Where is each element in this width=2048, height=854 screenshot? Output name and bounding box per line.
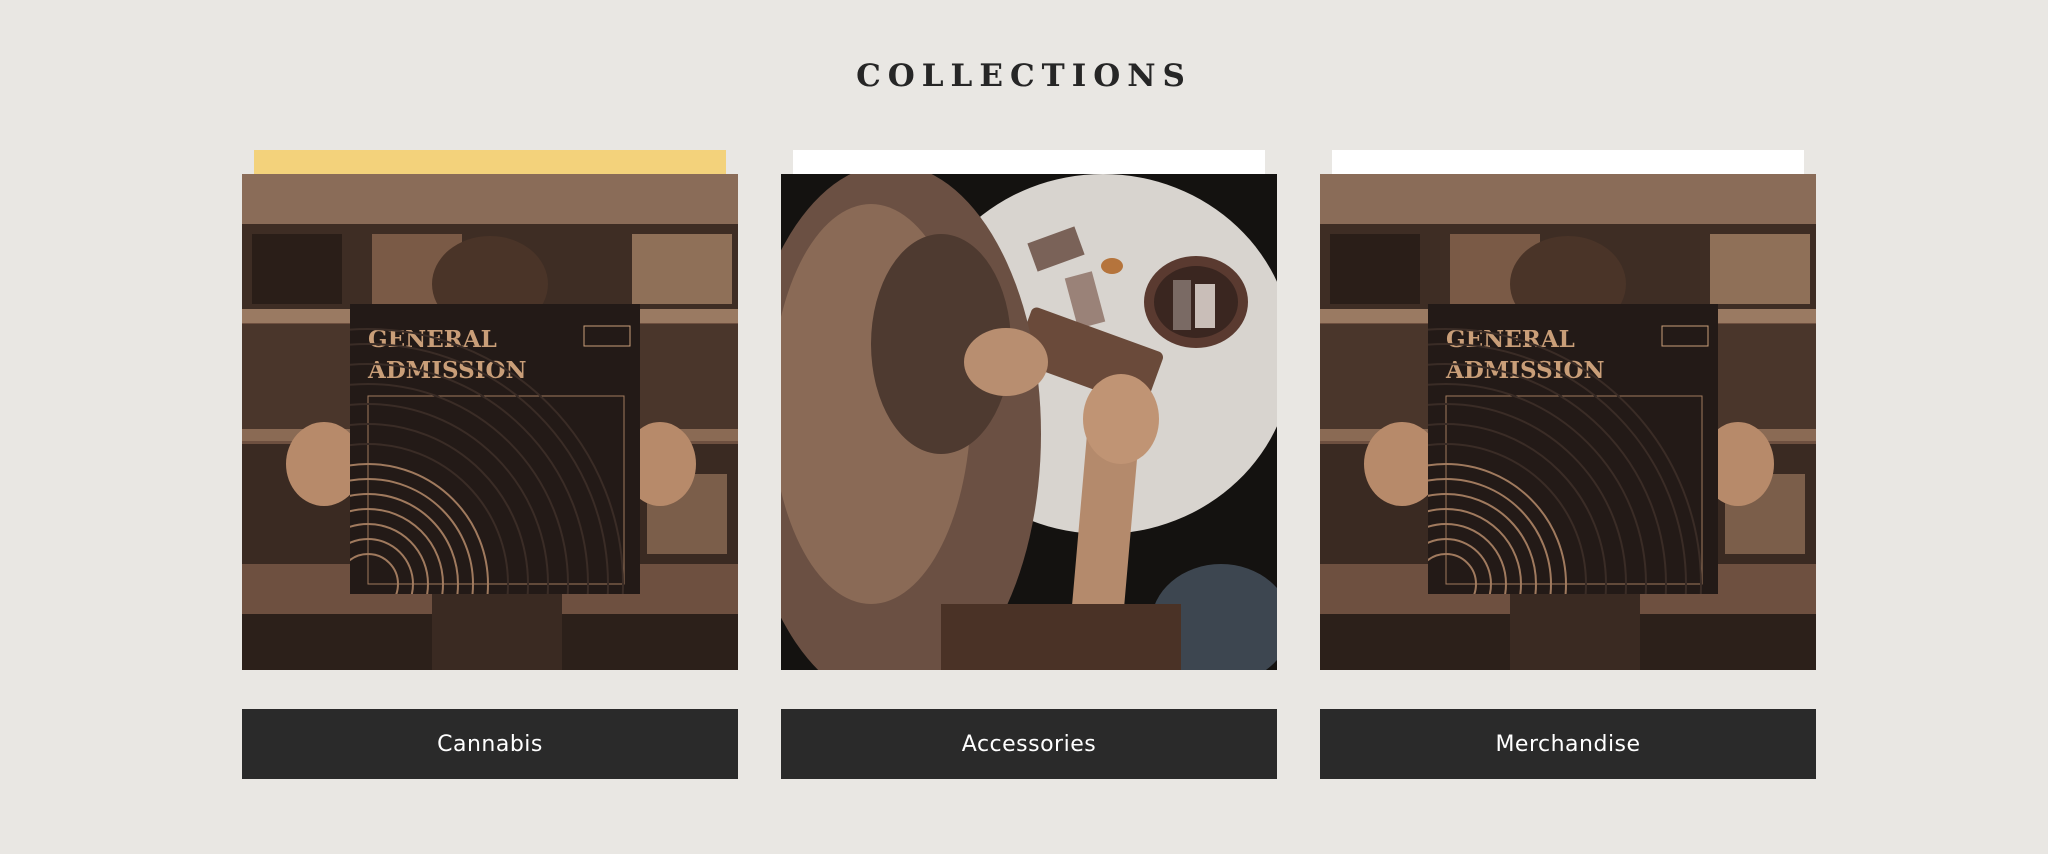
section-title: COLLECTIONS (856, 58, 1192, 94)
album-title-line2: ADMISSION (367, 357, 527, 384)
record-sleeve-photo[interactable]: GENERAL ADMISSION (1320, 174, 1816, 670)
merchandise-button[interactable]: Merchandise (1320, 709, 1816, 779)
rolling-tray-photo[interactable] (781, 174, 1277, 670)
album-title-line2: ADMISSION (1445, 357, 1605, 384)
card-accent-tab (254, 150, 726, 175)
cannabis-button[interactable]: Cannabis (242, 709, 738, 779)
card-accent-tab (793, 150, 1265, 175)
accessories-button[interactable]: Accessories (781, 709, 1277, 779)
card-accent-tab (1332, 150, 1804, 175)
record-sleeve-photo[interactable]: GENERAL ADMISSION (242, 174, 738, 670)
